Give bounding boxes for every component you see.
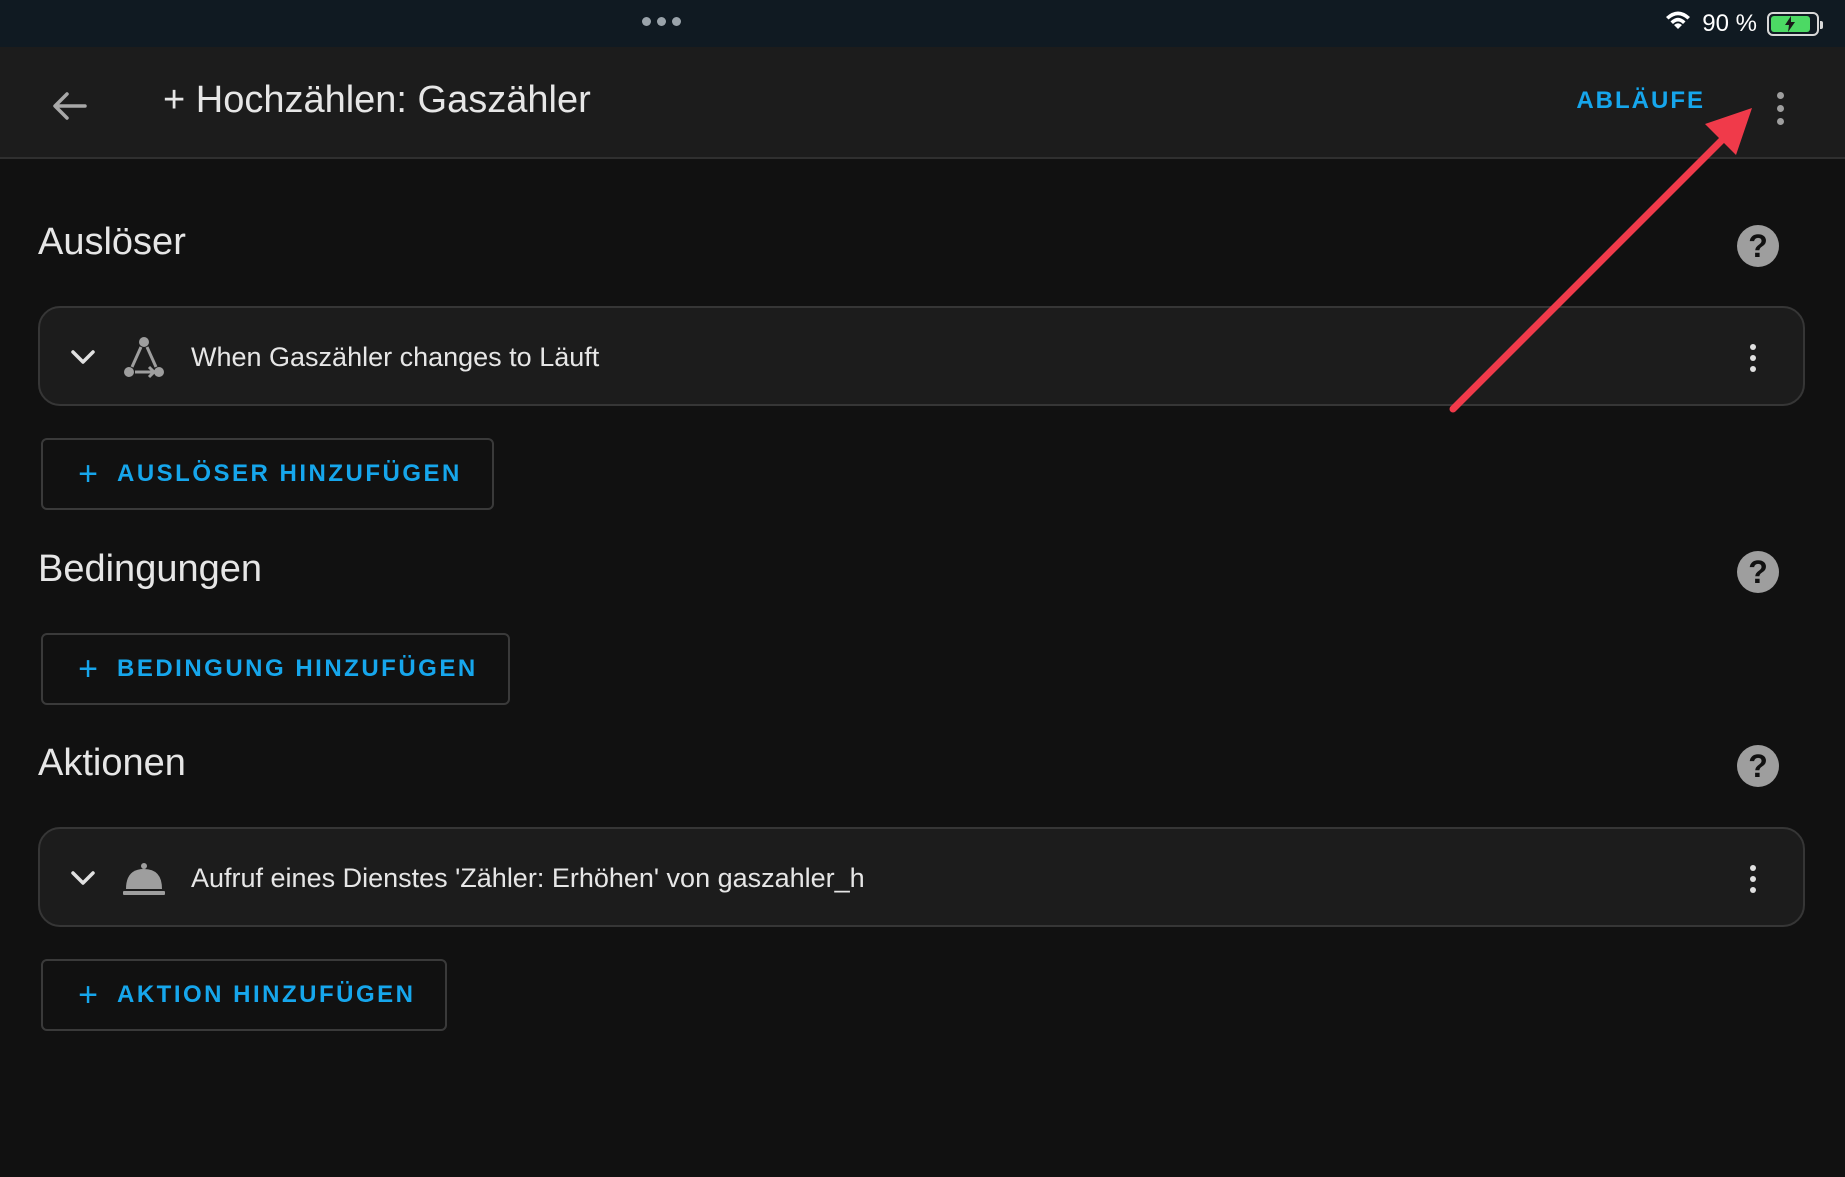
trigger-menu-button[interactable]	[1743, 338, 1763, 378]
section-title-actions: Aktionen	[38, 742, 186, 784]
action-menu-button[interactable]	[1743, 859, 1763, 899]
add-condition-button[interactable]: + BEDINGUNG HINZUFÜGEN	[41, 633, 510, 705]
add-trigger-label: AUSLÖSER HINZUFÜGEN	[117, 460, 462, 487]
arrow-left-icon	[53, 92, 87, 120]
state-trigger-icon	[124, 337, 164, 379]
plus-icon: +	[78, 976, 98, 1014]
add-trigger-button[interactable]: + AUSLÖSER HINZUFÜGEN	[41, 438, 494, 510]
help-icon[interactable]: ?	[1737, 745, 1779, 787]
wifi-icon	[1664, 9, 1692, 38]
battery-percentage: 90 %	[1702, 9, 1757, 37]
action-card[interactable]: Aufruf eines Dienstes 'Zähler: Erhöhen' …	[38, 827, 1805, 927]
ablaufe-button[interactable]: ABLÄUFE	[1576, 87, 1705, 115]
service-bell-icon	[123, 863, 165, 895]
dots-vertical-icon	[1750, 865, 1756, 871]
status-right: 90 %	[1664, 9, 1823, 38]
plus-icon: +	[78, 650, 98, 688]
action-label: Aufruf eines Dienstes 'Zähler: Erhöhen' …	[191, 863, 865, 893]
dots-vertical-icon	[1776, 91, 1784, 99]
plus-icon: +	[78, 455, 98, 493]
help-icon[interactable]: ?	[1737, 225, 1779, 267]
add-condition-label: BEDINGUNG HINZUFÜGEN	[117, 655, 478, 682]
section-title-triggers: Auslöser	[38, 221, 186, 263]
trigger-label: When Gaszähler changes to Läuft	[191, 342, 600, 372]
status-bar: 90 %	[0, 0, 1845, 47]
add-action-button[interactable]: + AKTION HINZUFÜGEN	[41, 959, 448, 1031]
section-title-conditions: Bedingungen	[38, 548, 262, 590]
multitasking-dots-icon[interactable]	[642, 17, 681, 26]
chevron-down-icon[interactable]	[66, 340, 100, 374]
add-action-label: AKTION HINZUFÜGEN	[117, 981, 416, 1008]
help-icon[interactable]: ?	[1737, 551, 1779, 593]
overflow-menu-button[interactable]	[1765, 83, 1795, 133]
trigger-card[interactable]: When Gaszähler changes to Läuft	[38, 306, 1805, 406]
chevron-down-icon[interactable]	[66, 861, 100, 895]
battery-charging-icon	[1767, 11, 1823, 36]
dots-vertical-icon	[1750, 344, 1756, 350]
top-app-bar: + Hochzählen: Gaszähler ABLÄUFE	[0, 47, 1845, 159]
back-button[interactable]	[44, 81, 94, 131]
page-title: + Hochzählen: Gaszähler	[163, 79, 591, 121]
